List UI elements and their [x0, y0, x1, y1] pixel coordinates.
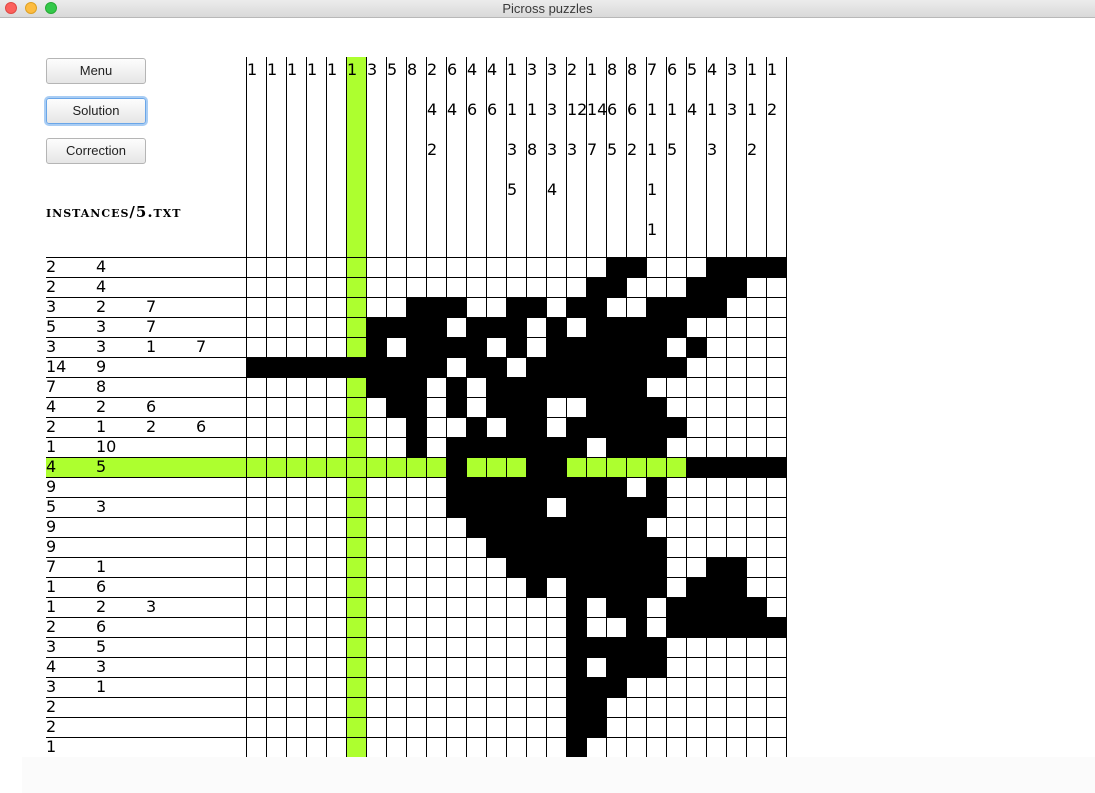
grid-lines [46, 57, 787, 758]
bottom-strip [22, 757, 1095, 793]
